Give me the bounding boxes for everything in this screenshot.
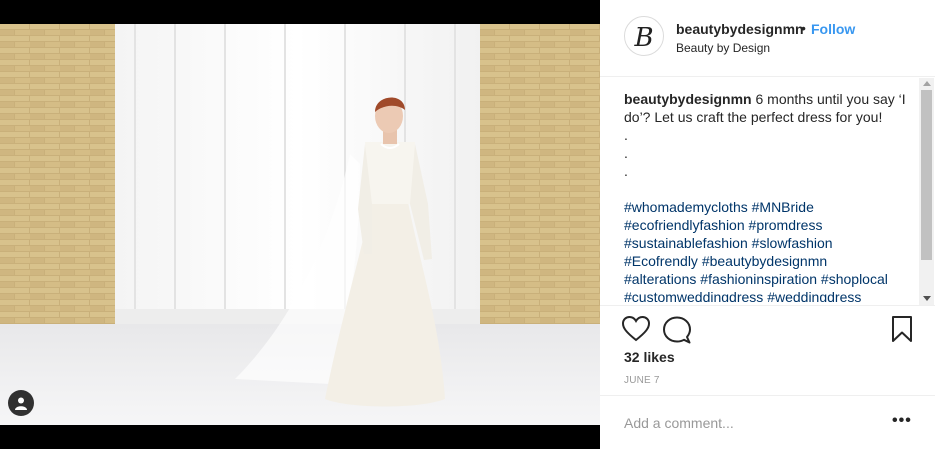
follow-button[interactable]: Follow (811, 21, 855, 37)
scroll-down-arrow-icon[interactable] (923, 296, 931, 301)
caption-username[interactable]: beautybydesignmn (624, 91, 752, 107)
header-separator: • (801, 20, 806, 36)
more-options-button[interactable]: ••• (892, 412, 912, 430)
hashtag-link[interactable]: #Ecofrendly (624, 253, 698, 269)
scroll-thumb[interactable] (921, 90, 932, 260)
svg-text:B: B (633, 23, 653, 53)
header-username[interactable]: beautybydesignmn (676, 21, 804, 37)
post-photo[interactable] (0, 24, 600, 425)
post-actions (600, 305, 935, 354)
location-link[interactable]: Beauty by Design (676, 41, 770, 55)
hashtag-link[interactable]: #slowfashion (752, 235, 833, 251)
caption-scrollbar[interactable] (919, 78, 934, 305)
hashtag-link[interactable]: #sustainablefashion (624, 235, 748, 251)
user-tag-icon (15, 397, 27, 410)
avatar[interactable]: B (624, 16, 664, 56)
comment-button[interactable] (663, 316, 691, 349)
caption-dot: . (624, 163, 628, 179)
comment-bubble-icon (663, 316, 691, 344)
post-header: B beautybydesignmn • Follow Beauty by De… (600, 0, 935, 77)
hashtag-link[interactable]: #weddingdress (767, 289, 861, 302)
like-count[interactable]: 32 likes (624, 349, 675, 365)
post-date[interactable]: JUNE 7 (624, 375, 660, 386)
like-button[interactable] (621, 315, 651, 347)
user-tag-button[interactable] (8, 390, 34, 416)
save-button[interactable] (891, 316, 913, 347)
scroll-up-arrow-icon[interactable] (923, 81, 931, 86)
hashtag-link[interactable]: #beautybydesignmn (702, 253, 827, 269)
caption-area: beautybydesignmn 6 months until you say … (624, 90, 914, 302)
comment-input[interactable] (624, 412, 874, 434)
hashtag-link[interactable]: #MNBride (752, 199, 814, 215)
hashtag-link[interactable]: #whomademycloths (624, 199, 748, 215)
post-sidebar: B beautybydesignmn • Follow Beauty by De… (600, 0, 935, 449)
bookmark-icon (892, 316, 912, 342)
add-comment-section: ••• (600, 395, 935, 450)
hashtag-link[interactable]: #alterations (624, 271, 696, 287)
brand-logo-icon: B (633, 23, 653, 53)
hashtag-link[interactable]: #shoplocal (821, 271, 888, 287)
caption-dot: . (624, 145, 628, 161)
hashtag-link[interactable]: #ecofriendlyfashion (624, 217, 745, 233)
hashtag-link[interactable]: #customweddingdress (624, 289, 763, 302)
hashtag-link[interactable]: #fashioninspiration (700, 271, 817, 287)
heart-icon (621, 315, 651, 342)
caption-dot: . (624, 127, 628, 143)
post-media (0, 0, 600, 449)
hashtag-list: #whomademycloths #MNBride #ecofriendlyfa… (624, 198, 914, 302)
hashtag-link[interactable]: #promdress (749, 217, 823, 233)
wedding-photo-illustration (0, 24, 600, 425)
